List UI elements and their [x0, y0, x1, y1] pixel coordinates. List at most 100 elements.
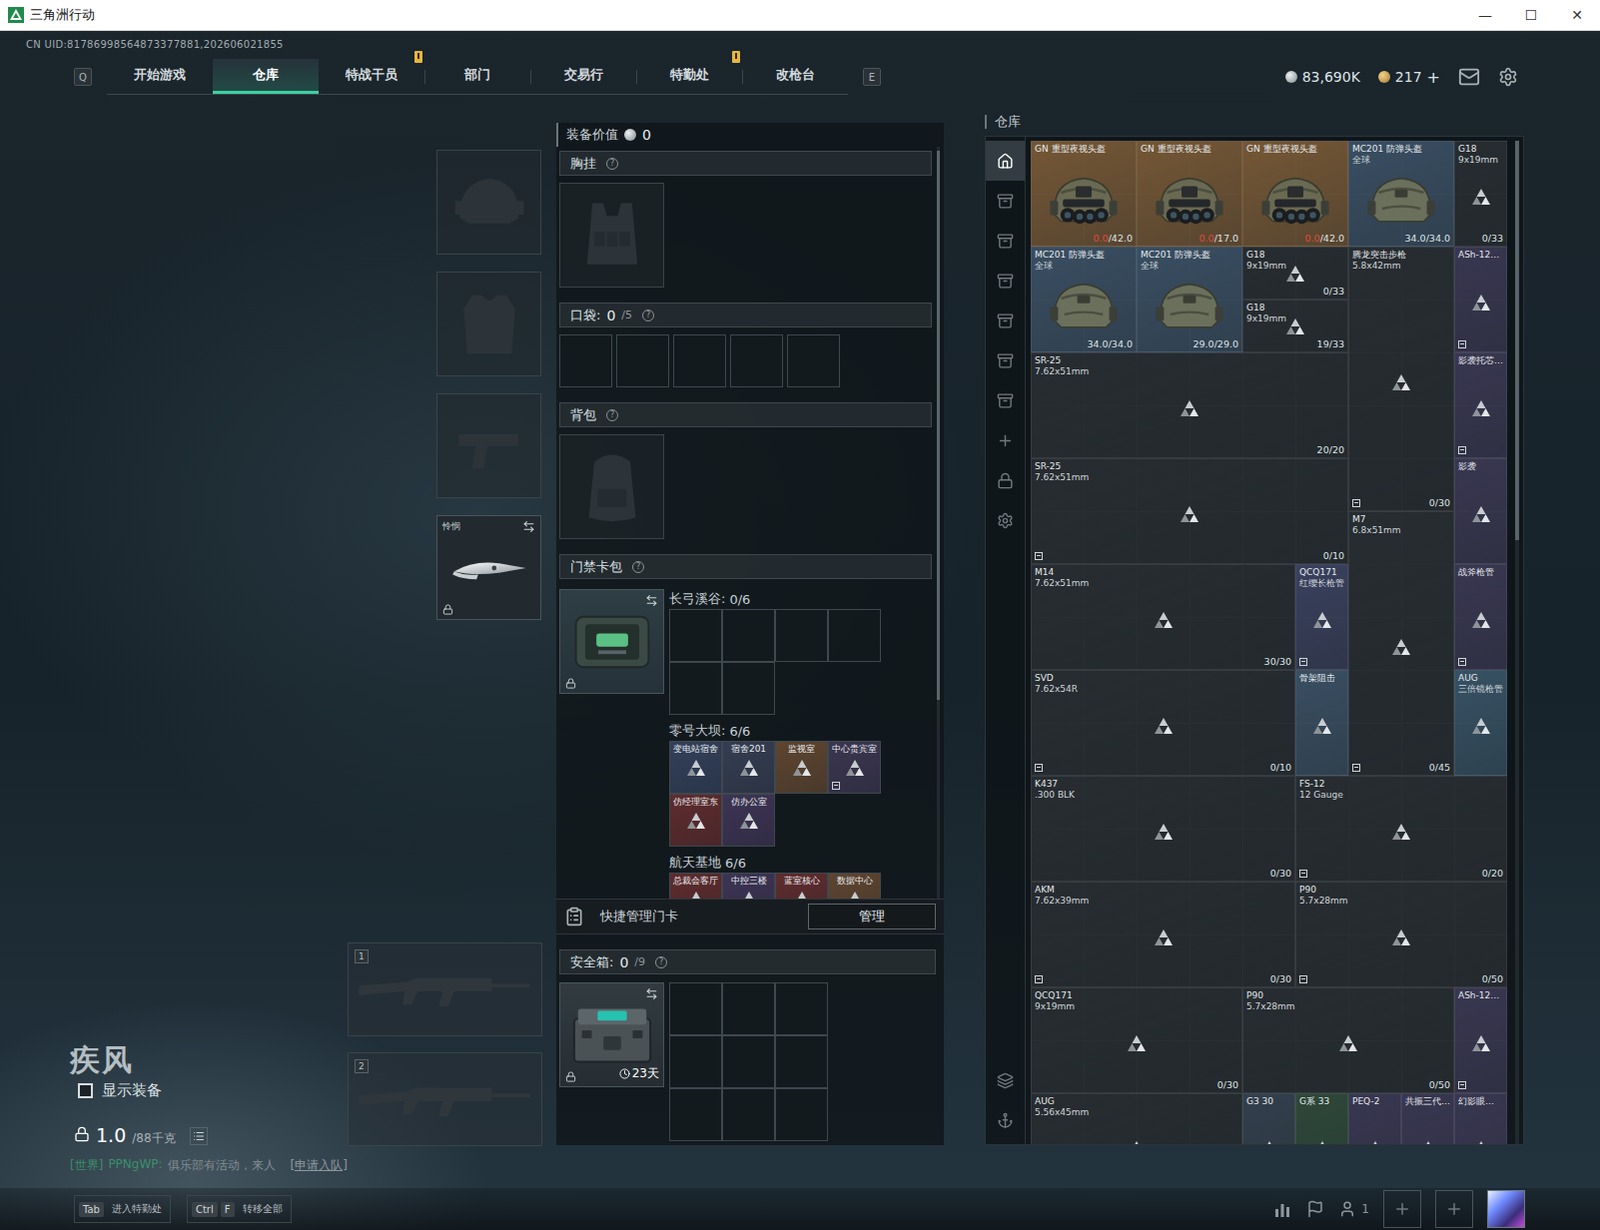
safe-slot[interactable]: [722, 1088, 776, 1142]
stash-item[interactable]: G189x19mm19/33: [1242, 299, 1349, 353]
help-icon[interactable]: ?: [642, 309, 655, 322]
stash-item[interactable]: QCQ171红缨长枪管: [1295, 564, 1349, 671]
stash-tab[interactable]: [985, 260, 1025, 301]
show-equipment-toggle[interactable]: 显示装备: [69, 1081, 348, 1101]
stash-item[interactable]: G3 30: [1242, 1093, 1296, 1145]
stash-item[interactable]: MC201 防弹头盔全球34.0/34.0: [1348, 140, 1455, 247]
stash-tab-icon[interactable]: [996, 192, 1014, 210]
nav-tab[interactable]: 特战干员: [318, 58, 425, 94]
keycard-slot[interactable]: [669, 609, 723, 663]
window-control-button[interactable]: ✕: [1554, 0, 1600, 30]
invite-slot[interactable]: [1383, 1190, 1422, 1229]
stats-icon[interactable]: [1272, 1199, 1293, 1220]
add-tab-icon[interactable]: [996, 432, 1014, 450]
prev-tab-key[interactable]: Q: [73, 67, 92, 86]
stash-tab-icon[interactable]: [996, 352, 1014, 370]
next-tab-key[interactable]: E: [862, 67, 881, 86]
stash-item[interactable]: G系 33: [1295, 1093, 1349, 1145]
keycard[interactable]: 总裁会客厅: [669, 872, 723, 899]
party-count[interactable]: 1: [1338, 1200, 1370, 1219]
stash-item[interactable]: FS-1212 Gauge0/20: [1295, 776, 1508, 882]
keycard[interactable]: 宿舍201: [722, 741, 776, 795]
safe-slot[interactable]: [669, 982, 723, 1036]
stash-item[interactable]: P905.7x28mm0/50: [1295, 881, 1508, 988]
stash-item[interactable]: GN 重型夜视头盔0.0/42.0: [1030, 140, 1137, 247]
stash-item[interactable]: PEQ-2: [1348, 1093, 1402, 1145]
melee-slot[interactable]: 怜悯: [436, 515, 542, 621]
stash-item[interactable]: M76.8x51mm0/45: [1348, 511, 1455, 777]
keycard-slot[interactable]: [722, 662, 776, 716]
stash-tool[interactable]: [985, 1100, 1025, 1141]
stash-item[interactable]: M147.62x51mm30/30: [1030, 564, 1296, 671]
pocket-slot[interactable]: [616, 334, 670, 388]
stash-tab[interactable]: [985, 140, 1025, 181]
keycard[interactable]: 数据中心: [827, 872, 881, 899]
hotkey-button[interactable]: Tab进入特勤处: [73, 1195, 171, 1224]
gear-icon[interactable]: [1498, 66, 1519, 87]
invite-slot[interactable]: [1435, 1190, 1474, 1229]
keycard-slot[interactable]: [827, 609, 881, 663]
safe-slot[interactable]: [775, 982, 828, 1036]
weapon-slot[interactable]: 1: [347, 942, 543, 1037]
transfer-icon[interactable]: [996, 1112, 1014, 1130]
swap-icon[interactable]: [522, 520, 536, 534]
stash-tool[interactable]: [985, 1060, 1025, 1101]
safe-slot[interactable]: [722, 982, 776, 1036]
stash-tab[interactable]: [985, 500, 1025, 541]
stash-item[interactable]: AKM7.62x39mm0/30: [1030, 881, 1296, 988]
stash-item[interactable]: QCQ1719x19mm0/30: [1030, 987, 1243, 1094]
armor-slot[interactable]: [436, 271, 542, 377]
lock-icon[interactable]: [996, 472, 1014, 490]
stash-item[interactable]: GN 重型夜视头盔0.0/17.0: [1136, 140, 1243, 247]
stash-item[interactable]: ASh-12…: [1454, 246, 1508, 353]
stash-item[interactable]: G189x19mm0/33: [1454, 140, 1508, 247]
keycard[interactable]: 蓝室核心: [775, 872, 828, 899]
stash-item[interactable]: 腾龙突击步枪5.8x42mm0/30: [1348, 246, 1455, 512]
stash-item[interactable]: AUG三倍镜枪管: [1454, 670, 1508, 777]
stash-item[interactable]: K437.300 BLK0/30: [1030, 776, 1296, 882]
nav-tab[interactable]: 开始游戏: [106, 58, 213, 94]
player-avatar[interactable]: [1487, 1190, 1526, 1229]
keycard-slot[interactable]: [722, 609, 776, 663]
nav-tab[interactable]: 改枪台: [742, 58, 848, 94]
pistol-slot[interactable]: [436, 393, 542, 499]
gear-icon[interactable]: [996, 512, 1014, 530]
help-icon[interactable]: ?: [632, 561, 645, 574]
weight-details-button[interactable]: [189, 1127, 208, 1146]
stash-tab[interactable]: [985, 340, 1025, 381]
scrollbar[interactable]: [1515, 140, 1520, 1145]
window-control-button[interactable]: ☐: [1508, 0, 1555, 30]
stash-item[interactable]: G189x19mm0/33: [1242, 246, 1349, 300]
nav-tab[interactable]: 仓库: [212, 58, 319, 94]
stash-home-icon[interactable]: [996, 152, 1014, 170]
flag-icon[interactable]: [1306, 1200, 1325, 1219]
stash-item[interactable]: 共振三代…: [1401, 1093, 1455, 1145]
stash-tab-icon[interactable]: [996, 272, 1014, 290]
mail-icon[interactable]: [1458, 65, 1481, 88]
keycard[interactable]: 中控三楼: [722, 872, 776, 899]
keycard[interactable]: 中心贵宾室: [827, 741, 881, 795]
stash-item[interactable]: SR-257.62x51mm20/20: [1030, 352, 1349, 459]
keycard-slot[interactable]: [669, 662, 723, 716]
apply-join-link[interactable]: [申请入队]: [290, 1157, 348, 1175]
layers-icon[interactable]: [996, 1072, 1014, 1090]
stash-item[interactable]: 影袭: [1454, 458, 1508, 565]
safe-slot[interactable]: [775, 1035, 828, 1089]
stash-item[interactable]: AUG5.56x45mm: [1030, 1093, 1243, 1145]
keycard-slot[interactable]: [775, 609, 828, 663]
swap-icon[interactable]: [645, 987, 659, 1001]
chest-rig-slot[interactable]: [559, 182, 665, 288]
stash-item[interactable]: 幻影眼…: [1454, 1093, 1508, 1145]
stash-item[interactable]: MC201 防弹头盔全球29.0/29.0: [1136, 246, 1243, 353]
nav-tab[interactable]: 部门: [424, 58, 531, 94]
help-icon[interactable]: ?: [606, 157, 619, 170]
stash-item[interactable]: SR-257.62x51mm0/10: [1030, 458, 1349, 565]
keycard[interactable]: 变电站宿舍: [669, 741, 723, 795]
helmet-slot[interactable]: [436, 149, 542, 255]
stash-item[interactable]: P905.7x28mm0/50: [1242, 987, 1455, 1094]
keycard[interactable]: 监视室: [775, 741, 828, 795]
scrollbar[interactable]: [936, 146, 940, 899]
stash-tab[interactable]: [985, 180, 1025, 221]
help-icon[interactable]: ?: [655, 956, 668, 969]
pocket-slot[interactable]: [730, 334, 784, 388]
